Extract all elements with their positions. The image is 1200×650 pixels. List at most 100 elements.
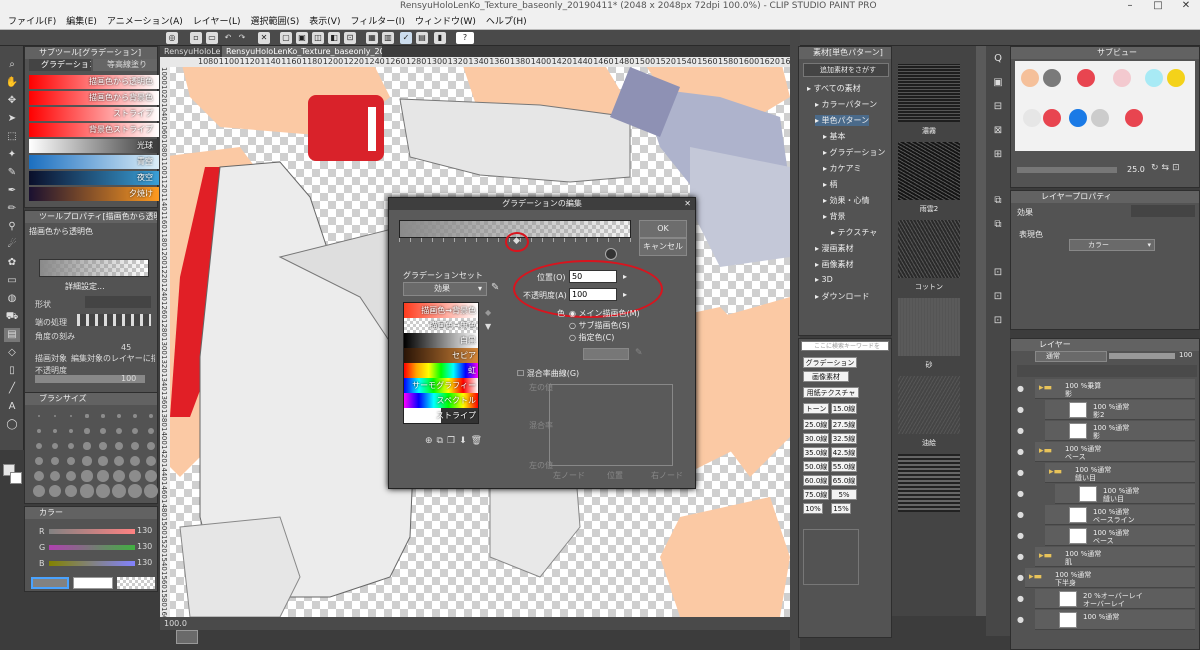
material-tree-item[interactable]: ▸ テクスチャ [831, 227, 877, 238]
subtool-item[interactable]: 描画色から背景色 [29, 91, 159, 105]
subtool-item[interactable]: 描画色から透明色 [29, 75, 159, 89]
visibility-eye-icon[interactable]: ● [1017, 384, 1024, 393]
material-tag[interactable]: 30.0線 [803, 433, 829, 444]
tool-property-tab[interactable]: ツールプロパティ[描画色から透明色] [25, 211, 157, 223]
gradient-list-item[interactable]: 虹 [404, 363, 478, 378]
set-settings-icon[interactable]: ✎ [491, 282, 499, 293]
material-thumb[interactable] [898, 454, 960, 512]
b-value[interactable]: 130 [137, 558, 152, 567]
material-tag[interactable]: 65.0線 [831, 475, 857, 486]
material-tag[interactable]: 27.5線 [831, 419, 857, 430]
merge-icon[interactable]: ⊞ [990, 148, 1006, 162]
gradient-list-item[interactable]: 描画色→背景色 [404, 303, 478, 318]
material-tag[interactable]: 5% [831, 489, 857, 500]
material-tree-item[interactable]: ▸ 単色パターン [815, 115, 870, 126]
brush-size-dot[interactable] [65, 470, 77, 482]
search-icon[interactable]: Q [990, 52, 1006, 66]
invert-selection-icon[interactable]: ◫ [312, 32, 324, 44]
color-icon[interactable]: ▮ [434, 32, 446, 44]
sub-color-swatch[interactable] [10, 472, 22, 484]
transparent-color-chip[interactable] [117, 577, 155, 589]
shape-selector[interactable] [85, 296, 151, 308]
material-tag[interactable]: 15.0線 [831, 403, 857, 414]
brush-size-dot[interactable] [127, 483, 143, 499]
material-thumb[interactable] [898, 376, 960, 434]
layer-row[interactable]: ● 100 %通常 縫い目 [1017, 484, 1195, 504]
eraser-icon[interactable]: ▭ [4, 274, 20, 288]
flip-icon[interactable]: ⇆ [1162, 163, 1173, 173]
blend-mode-select[interactable]: 通常 [1035, 351, 1107, 362]
gradient-list-item[interactable]: 描画色→無色 [404, 318, 478, 333]
subtool-item[interactable]: 夜空 [29, 171, 159, 185]
detail-settings-button[interactable]: 詳細設定... [65, 281, 105, 292]
brush-size-dot[interactable] [147, 427, 155, 435]
brush-size-dot[interactable] [49, 470, 61, 482]
visibility-eye-icon[interactable]: ● [1017, 447, 1024, 456]
eyedropper-icon[interactable]: ✎ [4, 166, 20, 180]
gradient-list-item[interactable]: スペクトル [404, 393, 478, 408]
blend-curve-area[interactable] [549, 384, 673, 466]
brush-size-dot[interactable] [112, 484, 126, 498]
layer-row[interactable]: ● ▸▬ 100 %通常 縫い目 [1017, 463, 1195, 483]
brush-size-dot[interactable] [64, 484, 78, 498]
specified-eyedropper-icon[interactable]: ✎ [635, 348, 643, 358]
brush-size-dot[interactable] [100, 428, 106, 434]
layer-property-tab[interactable]: レイヤープロパティ [1011, 191, 1199, 203]
material-tree-item[interactable]: ▸ 画像素材 [815, 259, 854, 270]
hand-tool-icon[interactable]: ✋ [4, 76, 20, 90]
menu-filter[interactable]: フィルター(I) [346, 14, 409, 29]
balloon-tool-icon[interactable]: ◯ [4, 418, 20, 432]
material-tag[interactable]: 55.0線 [831, 461, 857, 472]
gradient-set-select[interactable]: 効果 ▾ [403, 282, 487, 296]
material-tag[interactable]: 画像素材 [803, 371, 849, 382]
material-tag[interactable]: 42.5線 [831, 447, 857, 458]
brush-size-dot[interactable] [85, 414, 89, 418]
brush-size-dot[interactable] [144, 469, 158, 483]
airbrush-icon[interactable]: ☄ [4, 238, 20, 252]
figure-tool-icon[interactable]: ◇ [4, 346, 20, 360]
navigator-toggle-icon[interactable] [176, 630, 198, 644]
redo-icon[interactable]: ↷ [236, 32, 248, 44]
color-mode-select[interactable]: カラー ▾ [1069, 239, 1155, 251]
pen-tool-icon[interactable]: ✒ [4, 184, 20, 198]
brush-size-dot[interactable] [34, 471, 44, 481]
layer-row[interactable]: ● 20 %オーバーレイ オーバーレイ [1017, 589, 1195, 609]
brush-size-dot[interactable] [143, 483, 159, 499]
material-tree-item[interactable]: ▸ 漫画素材 [815, 243, 854, 254]
convert-icon[interactable]: ⊠ [990, 124, 1006, 138]
duplicate-icon[interactable]: ❐ [447, 436, 459, 446]
snap-special-icon[interactable]: ✓ [400, 32, 412, 44]
panel-d-icon[interactable]: ⊡ [990, 290, 1006, 304]
brush-size-dot[interactable] [68, 428, 74, 434]
r-slider[interactable] [49, 529, 135, 534]
brush-size-dot[interactable] [99, 442, 107, 450]
panel-a-icon[interactable]: ⧉ [990, 194, 1006, 208]
visibility-eye-icon[interactable]: ● [1017, 594, 1024, 603]
add-icon[interactable]: ⊕ [425, 436, 437, 446]
material-tag[interactable]: 15% [831, 503, 851, 514]
help-icon[interactable]: ? [456, 32, 474, 44]
zoom-tool-icon[interactable]: ⌕ [4, 58, 20, 72]
brush-size-dot[interactable] [35, 457, 43, 465]
layer-row[interactable]: ● 100 %通常 影2 [1017, 400, 1195, 420]
minimize-icon[interactable]: – [1116, 0, 1144, 14]
brush-size-dot[interactable] [114, 456, 124, 466]
specified-color-chip[interactable] [583, 348, 629, 360]
layer-toolbar[interactable] [1017, 365, 1197, 377]
brush-size-dot[interactable] [67, 442, 75, 450]
layer-row[interactable]: ● ▸▬ 100 %通常 下半身 [1017, 568, 1195, 588]
material-tree-item[interactable]: ▸ すべての素材 [807, 83, 861, 94]
close-icon[interactable]: ✕ [1172, 0, 1200, 14]
panel-c-icon[interactable]: ⊡ [990, 266, 1006, 280]
specified-color-radio[interactable]: ○ 指定色(C) [569, 332, 614, 343]
menu-selection[interactable]: 選択範囲(S) [247, 14, 304, 29]
open-icon[interactable]: ▭ [206, 32, 218, 44]
material-thumb[interactable] [898, 64, 960, 122]
brush-size-dot[interactable] [129, 455, 141, 467]
undo-icon[interactable]: ↶ [222, 32, 234, 44]
sub-color-radio[interactable]: ○ サブ描画色(S) [569, 320, 630, 331]
gradient-preview[interactable] [39, 259, 149, 277]
node-color-icon[interactable] [605, 248, 617, 260]
material-scrollbar[interactable] [976, 46, 986, 616]
material-tag[interactable]: 用紙テクスチャ [803, 387, 859, 398]
